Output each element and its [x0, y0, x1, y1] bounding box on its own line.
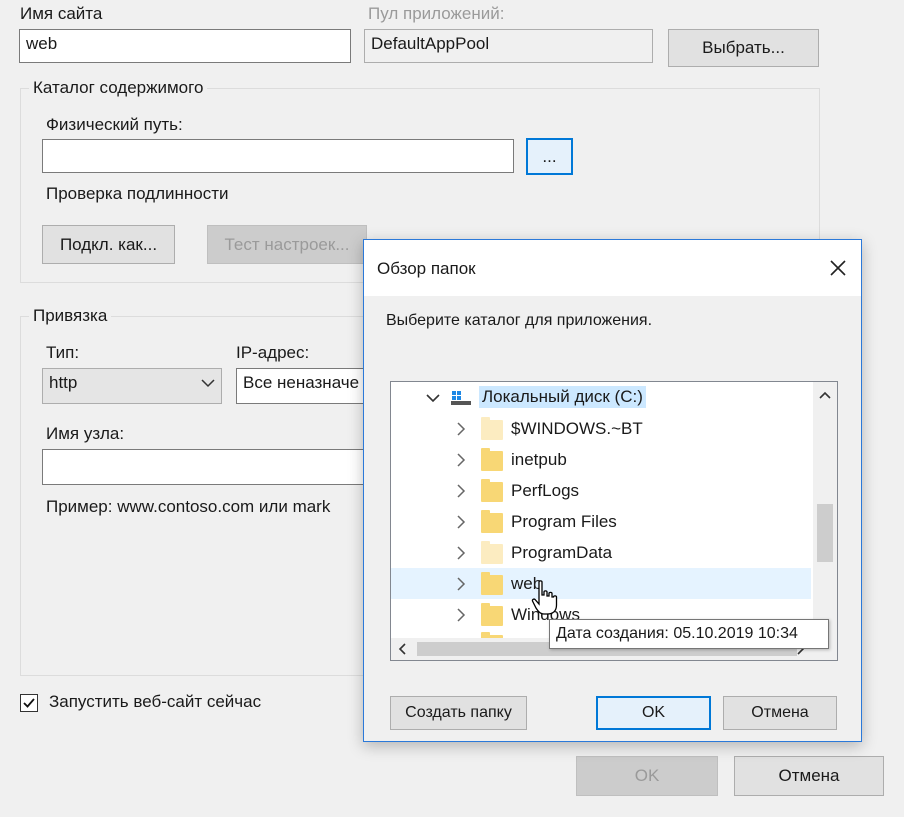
checkmark-icon	[23, 698, 35, 708]
tree-item-label: ProgramData	[511, 543, 613, 562]
app-pool-label: Пул приложений:	[368, 4, 505, 23]
content-directory-title: Каталог содержимого	[29, 78, 208, 98]
tree-item-label: inetpub	[511, 450, 567, 469]
auth-label: Проверка подлинности	[46, 184, 229, 203]
host-example-text: Пример: www.contoso.com или mark	[46, 497, 331, 516]
dialog-instruction: Выберите каталог для приложения.	[386, 312, 653, 329]
tree-item[interactable]: Program Files	[391, 506, 811, 537]
tree-item[interactable]: $WINDOWS.~BT	[391, 413, 811, 444]
host-name-label: Имя узла:	[46, 424, 125, 443]
chevron-right-icon[interactable]	[453, 452, 469, 468]
chevron-right-icon[interactable]	[453, 607, 469, 623]
new-folder-button[interactable]: Создать папку	[390, 696, 527, 730]
date-created-tooltip: Дата создания: 05.10.2019 10:34	[549, 619, 829, 649]
close-icon[interactable]	[826, 256, 850, 280]
binding-type-value: http	[49, 373, 78, 392]
ip-address-select[interactable]: Все неназначе	[236, 368, 376, 404]
start-site-label: Запустить веб-сайт сейчас	[49, 692, 262, 711]
dialog-cancel-button[interactable]: Отмена	[723, 696, 837, 730]
binding-title: Привязка	[29, 306, 112, 326]
chevron-right-icon[interactable]	[453, 576, 469, 592]
folder-icon	[481, 448, 503, 471]
folder-icon	[481, 510, 503, 533]
chevron-down-icon[interactable]	[425, 390, 441, 406]
folder-icon	[481, 479, 503, 502]
tree-item-label: $WINDOWS.~BT	[511, 419, 643, 438]
chevron-right-icon[interactable]	[453, 545, 469, 561]
connect-as-button[interactable]: Подкл. как...	[42, 225, 175, 264]
select-pool-button[interactable]: Выбрать...	[668, 29, 819, 67]
site-name-input[interactable]: web	[19, 29, 351, 63]
chevron-right-icon[interactable]	[453, 483, 469, 499]
vertical-scroll-thumb[interactable]	[817, 504, 833, 562]
main-cancel-button[interactable]: Отмена	[734, 756, 884, 796]
browse-path-button[interactable]: ...	[526, 138, 573, 175]
site-name-label: Имя сайта	[20, 4, 103, 23]
main-ok-button: OK	[576, 756, 718, 796]
browse-folder-dialog: Обзор папок Выберите каталог для приложе…	[363, 239, 862, 742]
chevron-right-icon[interactable]	[453, 514, 469, 530]
folder-icon	[481, 417, 503, 440]
scroll-left-icon[interactable]	[397, 643, 407, 655]
folder-icon	[481, 572, 503, 595]
binding-type-select[interactable]: http	[42, 368, 222, 404]
tree-root-row[interactable]: Локальный диск (C:)	[391, 382, 811, 413]
dialog-title: Обзор папок	[377, 259, 476, 278]
tree-item[interactable]: ProgramData	[391, 537, 811, 568]
host-name-input[interactable]	[42, 449, 372, 485]
hand-cursor-icon	[531, 580, 559, 616]
folder-icon	[481, 541, 503, 564]
drive-icon	[451, 390, 471, 406]
tree-root-label: Локальный диск (C:)	[479, 386, 646, 408]
dialog-ok-button[interactable]: OK	[596, 696, 711, 730]
test-settings-button: Тест настроек...	[207, 225, 367, 264]
tree-item[interactable]: PerfLogs	[391, 475, 811, 506]
tree-item[interactable]: inetpub	[391, 444, 811, 475]
ip-address-label: IP-адрес:	[236, 343, 310, 362]
tree-item-label: Program Files	[511, 512, 617, 531]
app-pool-field: DefaultAppPool	[364, 29, 653, 63]
folder-icon	[481, 603, 503, 626]
type-label: Тип:	[46, 343, 80, 362]
chevron-right-icon[interactable]	[453, 421, 469, 437]
tree-item-hovered[interactable]: web	[391, 568, 811, 599]
physical-path-label: Физический путь:	[46, 115, 183, 134]
physical-path-input[interactable]	[42, 139, 514, 173]
chevron-down-icon	[201, 379, 215, 388]
start-site-checkbox[interactable]	[20, 694, 38, 712]
scroll-up-icon[interactable]	[818, 390, 832, 400]
tree-item-label: PerfLogs	[511, 481, 580, 500]
